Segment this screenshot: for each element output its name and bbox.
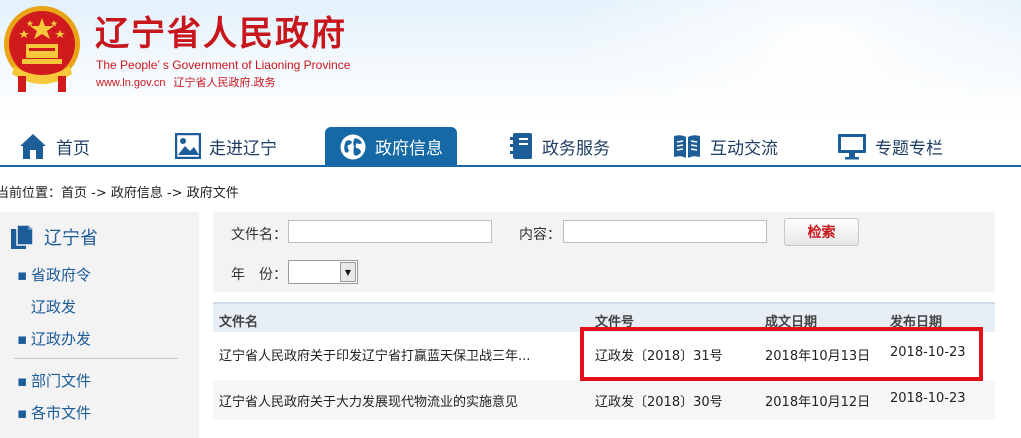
publish-date: 2018-10-23 [890,391,966,406]
chevron-down-icon[interactable]: ▼ [340,262,356,282]
picture-icon [175,133,201,159]
sidebar-item-label: 辽政办发 [31,330,92,348]
monitor-icon [838,134,866,160]
nav-item-gov-services[interactable]: 政务服务 [508,127,610,165]
site-gov-affairs: 辽宁省人民政府.政务 [173,77,276,89]
national-emblem-icon [4,6,80,92]
sidebar-item-liaozhengfa[interactable]: 辽政发 [17,296,76,317]
written-date: 2018年10月12日 [765,395,871,410]
nav-item-label: 政务服务 [542,138,610,159]
globe-icon [340,134,366,159]
breadcrumb: 当前位置：首页 -> 政府信息 -> 政府文件 [0,186,239,201]
nav-item-home[interactable]: 首页 [18,127,90,165]
site-title: 辽宁省人民政府 [95,14,347,54]
filename-label: 文件名： [231,227,287,243]
sidebar-divider [14,358,178,359]
sidebar-heading-label: 辽宁省 [44,228,98,249]
col-header-filename: 文件名 [219,315,259,330]
notebook-icon [510,133,532,159]
sidebar-item-city-docs[interactable]: ▪ 各市文件 [17,402,91,423]
sidebar-item-provincial-order[interactable]: ▪ 省政府令 [17,264,91,285]
filename-input[interactable] [288,220,492,243]
search-panel: 文件名： 内容： 检索 年 份： ▼ [213,212,995,292]
year-select[interactable]: ▼ [288,260,358,284]
bullet-icon: ▪ [17,266,28,284]
sidebar-item-liaozhengbanfa[interactable]: ▪ 辽政办发 [17,328,91,349]
sidebar: 辽宁省 ▪ 省政府令 辽政发 ▪ 辽政办发 ▪ 部门文件 ▪ 各市文件 [0,212,199,438]
sidebar-item-label: 辽政发 [31,298,77,316]
header-glow [561,0,1021,120]
nav-item-special-topics[interactable]: 专题专栏 [837,127,943,165]
bullet-icon: ▪ [17,372,28,390]
search-button[interactable]: 检索 [784,218,859,246]
nav-item-label: 走进辽宁 [209,138,277,159]
book-icon [674,135,700,158]
doc-title-link[interactable]: 辽宁省人民政府关于大力发展现代物流业的实施意见 [219,391,518,410]
nav-item-label: 互动交流 [710,138,778,159]
sidebar-item-label: 部门文件 [31,372,92,390]
bullet-icon: ▪ [17,404,28,422]
nav-item-gov-info[interactable]: 政府信息 [325,127,457,166]
nav-underline [0,165,1021,167]
content-input[interactable] [563,220,767,243]
highlight-box [580,327,983,381]
document-icon [11,224,34,249]
sidebar-item-label: 省政府令 [31,266,92,284]
nav-item-label: 政府信息 [375,139,443,159]
sidebar-heading[interactable]: 辽宁省 [10,224,98,250]
nav-item-label: 首页 [56,138,90,159]
site-header: 辽宁省人民政府 The People’ s Government of Liao… [0,0,1021,120]
home-icon [20,134,46,159]
site-subtitle-en: The People’ s Government of Liaoning Pro… [96,58,351,72]
site-url-line: www.ln.gov.cn 辽宁省人民政府.政务 [96,74,276,90]
doc-number: 辽政发〔2018〕30号 [595,395,723,410]
site-url[interactable]: www.ln.gov.cn [96,77,166,89]
nav-item-explore-liaoning[interactable]: 走进辽宁 [175,127,277,165]
sidebar-item-label: 各市文件 [31,404,92,422]
main-nav: 首页 走进辽宁 政府信息 政务服务 互动交流 专题专栏 [0,127,1021,167]
doc-title-link[interactable]: 辽宁省人民政府关于印发辽宁省打赢蓝天保卫战三年... [219,345,530,364]
year-label: 年 份： [231,267,287,283]
content-label: 内容： [519,227,561,243]
bullet-icon: ▪ [17,330,28,348]
nav-item-label: 专题专栏 [875,138,943,159]
nav-item-interaction[interactable]: 互动交流 [672,127,778,165]
table-row[interactable]: 辽宁省人民政府关于大力发展现代物流业的实施意见 辽政发〔2018〕30号 201… [213,380,995,420]
sidebar-item-department-docs[interactable]: ▪ 部门文件 [17,370,91,391]
